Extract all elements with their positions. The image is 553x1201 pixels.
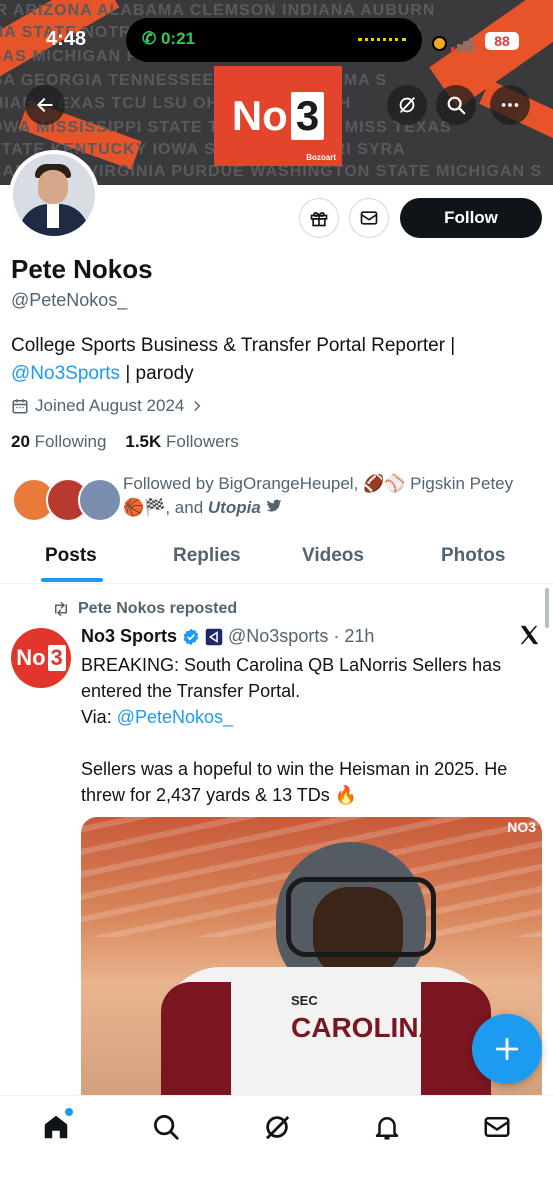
- profile-name: Pete Nokos: [11, 254, 153, 284]
- privacy-dot-icon: [432, 36, 447, 51]
- avatar[interactable]: [9, 150, 99, 240]
- home-notification-dot: [65, 1108, 73, 1116]
- nav-notifications[interactable]: [372, 1112, 402, 1142]
- profile-bio: College Sports Business & Transfer Porta…: [11, 332, 531, 388]
- x-logo-icon: [518, 624, 540, 651]
- envelope-icon: [360, 211, 378, 225]
- following-label: Following: [34, 432, 107, 451]
- bio-suffix: | parody: [125, 363, 194, 384]
- profile-handle: @PeteNokos_: [11, 290, 128, 310]
- post-author-name[interactable]: No3 Sports: [81, 626, 177, 647]
- follow-button[interactable]: Follow: [400, 198, 542, 238]
- followed-by-prefix: Followed by BigOrangeHeupel,: [123, 474, 359, 493]
- followed-by-name: Pigskin Petey: [410, 474, 514, 493]
- tab-active-indicator: [41, 578, 103, 582]
- followed-by-text[interactable]: Followed by BigOrangeHeupel, 🏈⚾ Pigskin …: [123, 472, 543, 520]
- signal-icon: [451, 38, 473, 52]
- followers-label: Followers: [166, 432, 239, 451]
- post-separator: ·: [333, 626, 340, 646]
- followed-by-emoji: 🏀🏁: [123, 498, 166, 517]
- joined-text: Joined August 2024: [35, 396, 185, 415]
- banner-logo: No 3 Bozoart: [214, 66, 342, 166]
- followed-by-and: , and: [165, 498, 204, 517]
- tab-replies[interactable]: Replies: [173, 545, 241, 567]
- battery-indicator: 88: [485, 32, 519, 50]
- grok-button[interactable]: [387, 85, 427, 125]
- post-author-avatar[interactable]: No 3: [11, 628, 71, 688]
- jersey-text: CAROLINA: [291, 1012, 439, 1043]
- divider: [0, 583, 553, 584]
- tab-photos[interactable]: Photos: [441, 545, 505, 567]
- avatar-photo: [13, 154, 95, 236]
- bio-link[interactable]: @No3Sports: [11, 363, 120, 384]
- affiliate-badge-icon: [205, 628, 223, 645]
- logo-number: 3: [290, 92, 325, 140]
- more-button[interactable]: [490, 85, 530, 125]
- post-time: 21h: [344, 626, 375, 646]
- bottom-nav: [0, 1095, 553, 1201]
- post-line-1: BREAKING: South Carolina QB LaNorris Sel…: [81, 655, 502, 701]
- envelope-icon: [484, 1117, 510, 1137]
- logo-sub: Bozoart: [306, 153, 336, 162]
- jersey-badge: SEC: [291, 993, 318, 1008]
- tab-posts[interactable]: Posts: [45, 545, 97, 567]
- followers-count: 1.5K: [125, 432, 162, 451]
- repost-icon: [55, 601, 67, 617]
- gift-button[interactable]: [299, 198, 339, 238]
- home-icon: [44, 1115, 68, 1139]
- plus-icon: [495, 1037, 519, 1061]
- via-link[interactable]: @PeteNokos_: [117, 707, 233, 727]
- search-icon: [154, 1115, 179, 1140]
- logo-text: No: [231, 92, 288, 139]
- followed-by-emoji: 🏈⚾: [363, 474, 406, 493]
- joined-date[interactable]: Joined August 2024: [11, 396, 204, 416]
- via-label: Via:: [81, 707, 112, 727]
- image-watermark: NO3: [507, 819, 536, 835]
- following-count: 20: [11, 432, 30, 451]
- verified-badge-icon: [183, 628, 199, 645]
- more-icon: [501, 103, 519, 107]
- search-icon: [447, 96, 466, 115]
- compose-button[interactable]: [472, 1014, 542, 1084]
- status-time: 4:48: [46, 28, 87, 50]
- post-header: No3 Sports @No3sports · 21h: [81, 626, 374, 647]
- tab-videos[interactable]: Videos: [302, 545, 364, 567]
- follower-avatar: [78, 478, 122, 522]
- grok-icon: [399, 97, 416, 113]
- call-indicator: ✆ 0:21: [142, 29, 195, 48]
- avatar-logo-number: 3: [47, 645, 66, 671]
- call-time: 0:21: [160, 29, 195, 48]
- back-button[interactable]: [25, 85, 65, 125]
- nav-grok[interactable]: [262, 1112, 292, 1142]
- audio-wave-icon: [358, 38, 406, 45]
- post-line-2: Sellers was a hopeful to win the Heisman…: [81, 759, 508, 805]
- follow-counts: 20 Following 1.5K Followers: [11, 432, 239, 452]
- repost-text: Pete Nokos reposted: [78, 600, 238, 617]
- following-link[interactable]: 20 Following: [11, 432, 106, 451]
- nav-home[interactable]: [41, 1108, 73, 1142]
- post-author-handle: @No3sports: [228, 626, 329, 646]
- nav-messages[interactable]: [482, 1112, 512, 1142]
- scrollbar[interactable]: [545, 588, 549, 628]
- arrow-left-icon: [37, 98, 53, 112]
- followers-you-know-avatars[interactable]: [12, 478, 122, 522]
- bell-icon: [375, 1117, 399, 1140]
- bio-text: College Sports Business & Transfer Porta…: [11, 335, 456, 356]
- dynamic-island[interactable]: ✆ 0:21: [126, 18, 422, 62]
- calendar-icon: [12, 399, 28, 414]
- chevron-right-icon: [194, 400, 201, 412]
- search-button[interactable]: [436, 85, 476, 125]
- avatar-logo-text: No: [16, 645, 46, 670]
- nav-search[interactable]: [151, 1112, 181, 1142]
- bird-icon: [266, 499, 281, 512]
- post-text: BREAKING: South Carolina QB LaNorris Sel…: [81, 652, 541, 808]
- message-button[interactable]: [349, 198, 389, 238]
- repost-label: Pete Nokos reposted: [52, 600, 237, 618]
- followers-link[interactable]: 1.5K Followers: [125, 432, 238, 451]
- followed-by-name: Utopia: [207, 498, 261, 517]
- gift-icon: [310, 212, 328, 227]
- grok-icon: [266, 1116, 290, 1140]
